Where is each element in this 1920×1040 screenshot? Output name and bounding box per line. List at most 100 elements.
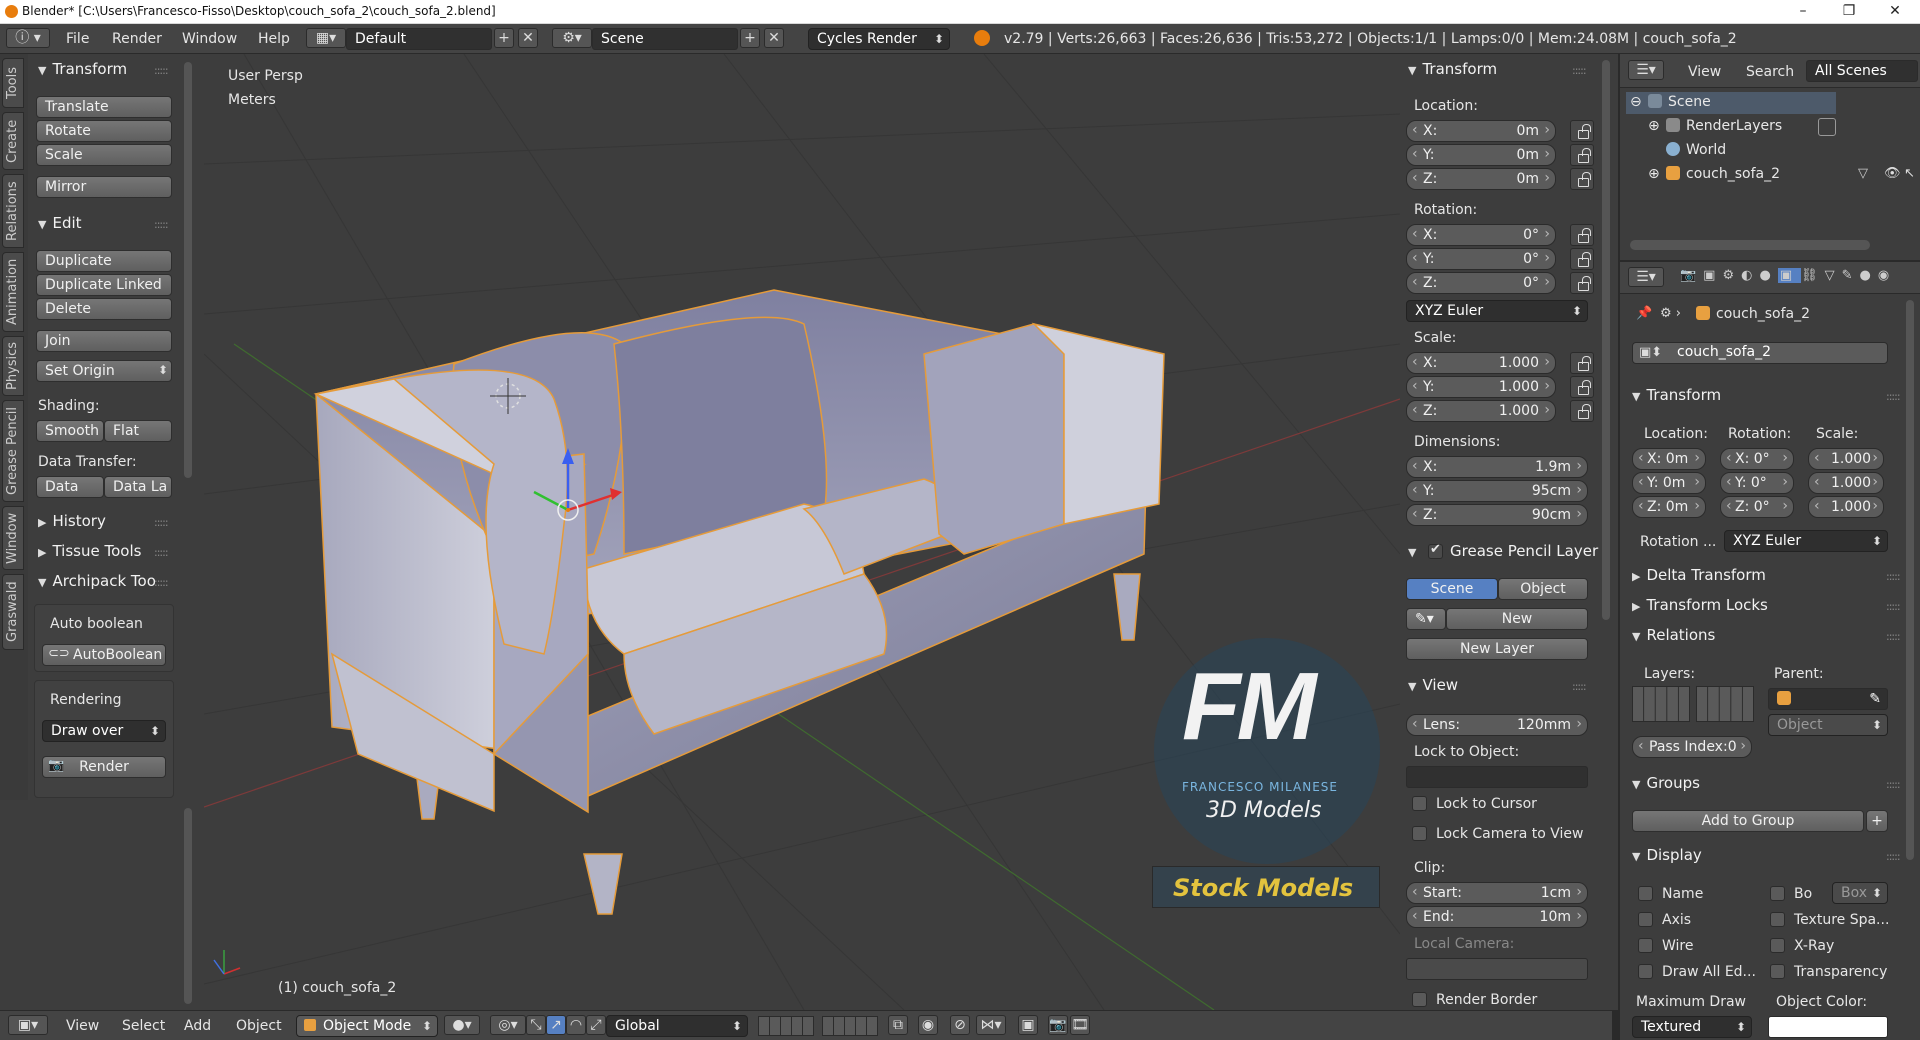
transform-orientation-select[interactable]: Global xyxy=(606,1015,748,1037)
pass-index-field[interactable]: Pass Index:0 xyxy=(1632,736,1752,758)
wire-checkbox[interactable] xyxy=(1638,938,1653,953)
properties-editor-icon[interactable]: ☰▾ xyxy=(1628,267,1664,287)
display-header[interactable]: ▼ Display xyxy=(1632,846,1702,864)
snap-element-icon[interactable]: ⋈▾ xyxy=(976,1015,1006,1035)
transform-locks-header[interactable]: ▶ Transform Locks xyxy=(1632,596,1768,614)
view-menu[interactable]: View xyxy=(66,1018,99,1034)
outliner-editor-icon[interactable]: ☰▾ xyxy=(1628,60,1664,80)
pivot-point-icon[interactable]: ◎▾ xyxy=(490,1015,526,1035)
tab-animation[interactable]: Animation xyxy=(2,252,24,332)
lock-object-field[interactable] xyxy=(1406,766,1588,788)
smooth-button[interactable]: Smooth xyxy=(36,420,104,442)
outliner-renderlayers[interactable]: RenderLayers xyxy=(1666,118,1782,134)
texture-space-checkbox[interactable] xyxy=(1770,912,1785,927)
n-panel-scrollbar[interactable] xyxy=(1602,60,1610,620)
rotate-button[interactable]: Rotate xyxy=(36,120,172,142)
scene-field[interactable]: Scene xyxy=(592,28,738,50)
lock-rotation-z-icon[interactable] xyxy=(1570,272,1594,294)
edit-panel-header[interactable]: ▼ Edit xyxy=(38,214,82,232)
dimension-y-field[interactable]: Y:95cm xyxy=(1406,480,1588,502)
tissue-tools-panel-header[interactable]: ▶ Tissue Tools xyxy=(38,542,141,560)
set-origin-select[interactable]: Set Origin xyxy=(36,360,172,382)
rotation-x-field[interactable]: X:0° xyxy=(1406,224,1556,246)
menu-window[interactable]: Window xyxy=(182,31,237,47)
close-button[interactable]: ✕ xyxy=(1872,0,1918,24)
tab-window[interactable]: Window xyxy=(2,506,24,570)
rotate-manipulator-icon[interactable]: ◠ xyxy=(566,1015,586,1035)
bounds-checkbox[interactable] xyxy=(1770,886,1785,901)
tab-physics[interactable]: Physics xyxy=(2,336,24,396)
scene-layers-2[interactable] xyxy=(822,1016,878,1036)
props-rot-y[interactable]: Y: 0° xyxy=(1720,472,1794,494)
tab-tools[interactable]: Tools xyxy=(2,58,24,108)
grease-pencil-toggle[interactable]: ✔ xyxy=(1428,542,1443,559)
opengl-render-icon[interactable]: 📷 xyxy=(1048,1015,1068,1035)
outliner-hscrollbar[interactable] xyxy=(1630,240,1870,250)
location-x-field[interactable]: X:0m xyxy=(1406,120,1556,142)
props-transform-header[interactable]: ▼ Transform xyxy=(1632,386,1721,404)
delete-button[interactable]: Delete xyxy=(36,298,172,320)
minimize-button[interactable]: – xyxy=(1780,0,1826,24)
outliner-view-menu[interactable]: View xyxy=(1688,64,1721,80)
lock-layers-icon[interactable]: ⧉ xyxy=(888,1015,908,1035)
flat-button[interactable]: Flat xyxy=(104,420,172,442)
outliner-search-menu[interactable]: Search xyxy=(1746,64,1794,80)
scene-selector-icon[interactable]: ⚙▾ xyxy=(552,28,592,48)
join-button[interactable]: Join xyxy=(36,330,172,352)
lens-field[interactable]: Lens:120mm xyxy=(1406,714,1588,736)
properties-context-tabs[interactable]: 📷▣⚙◐● ▣ ⛓▽✎●◉ xyxy=(1680,268,1920,288)
mode-select[interactable]: Object Mode xyxy=(296,1015,438,1037)
render-engine-select[interactable]: Cycles Render xyxy=(808,28,950,50)
props-rot-z[interactable]: Z: 0° xyxy=(1720,496,1794,518)
properties-scrollbar[interactable] xyxy=(1906,300,1914,860)
max-draw-type-select[interactable]: Textured xyxy=(1632,1016,1752,1038)
viewport-shading-icon[interactable]: ●▾ xyxy=(444,1015,480,1035)
add-to-group-button[interactable]: Add to Group xyxy=(1632,810,1864,832)
draw-all-edges-checkbox[interactable] xyxy=(1638,964,1653,979)
dimension-x-field[interactable]: X:1.9m xyxy=(1406,456,1588,478)
screen-layout-field[interactable]: Default xyxy=(346,28,492,50)
lock-rotation-y-icon[interactable] xyxy=(1570,248,1594,270)
object-name-field[interactable]: ▣⬍ couch_sofa_2 xyxy=(1632,342,1888,364)
add-menu[interactable]: Add xyxy=(184,1018,211,1034)
remove-layout-icon[interactable]: ✕ xyxy=(518,28,538,48)
lock-rotation-x-icon[interactable] xyxy=(1570,224,1594,246)
location-y-field[interactable]: Y:0m xyxy=(1406,144,1556,166)
draw-over-select[interactable]: Draw over xyxy=(42,720,166,742)
parent-field[interactable]: ✎ xyxy=(1768,688,1888,710)
lock-camera-checkbox[interactable] xyxy=(1412,826,1427,841)
relations-header[interactable]: ▼ Relations xyxy=(1632,626,1715,644)
location-z-field[interactable]: Z:0m xyxy=(1406,168,1556,190)
lock-location-y-icon[interactable] xyxy=(1570,144,1594,166)
transparency-checkbox[interactable] xyxy=(1770,964,1785,979)
grease-object-tab[interactable]: Object xyxy=(1498,578,1588,600)
data-button[interactable]: Data xyxy=(36,476,104,498)
select-menu[interactable]: Select xyxy=(122,1018,165,1034)
n-transform-header[interactable]: ▼ Transform xyxy=(1408,60,1497,78)
operator-scrollbar[interactable] xyxy=(184,808,192,1004)
selectable-arrow-icon[interactable]: ↖ xyxy=(1904,166,1915,181)
add-layout-icon[interactable]: + xyxy=(494,28,514,48)
name-checkbox[interactable] xyxy=(1638,886,1653,901)
new-layer-button[interactable]: New Layer xyxy=(1406,638,1588,660)
lock-location-z-icon[interactable] xyxy=(1570,168,1594,190)
editor-type-info-icon[interactable]: ⓘ ▾ xyxy=(6,28,50,48)
props-rotation-mode-select[interactable]: XYZ Euler xyxy=(1724,530,1888,552)
props-scale-x[interactable]: 1.000 xyxy=(1808,448,1884,470)
translate-manipulator-icon[interactable]: ↗ xyxy=(546,1015,566,1035)
object-color-swatch[interactable] xyxy=(1768,1016,1888,1038)
add-scene-icon[interactable]: + xyxy=(740,28,760,48)
rotation-mode-select[interactable]: XYZ Euler xyxy=(1406,300,1588,322)
snap-toggle-icon[interactable]: ⊘ xyxy=(950,1015,970,1035)
outliner-world[interactable]: World xyxy=(1666,142,1726,158)
history-panel-header[interactable]: ▶ History xyxy=(38,512,106,530)
transform-panel-header[interactable]: ▼ Transform xyxy=(38,60,127,78)
mirror-button[interactable]: Mirror xyxy=(36,176,172,198)
lock-scale-y-icon[interactable] xyxy=(1570,376,1594,398)
rotation-z-field[interactable]: Z:0° xyxy=(1406,272,1556,294)
scale-manipulator-icon[interactable]: ⤢ xyxy=(586,1015,606,1035)
tab-graswald[interactable]: Graswald xyxy=(2,574,24,650)
clip-end-field[interactable]: End:10m xyxy=(1406,906,1588,928)
rotation-y-field[interactable]: Y:0° xyxy=(1406,248,1556,270)
menu-help[interactable]: Help xyxy=(258,31,290,47)
